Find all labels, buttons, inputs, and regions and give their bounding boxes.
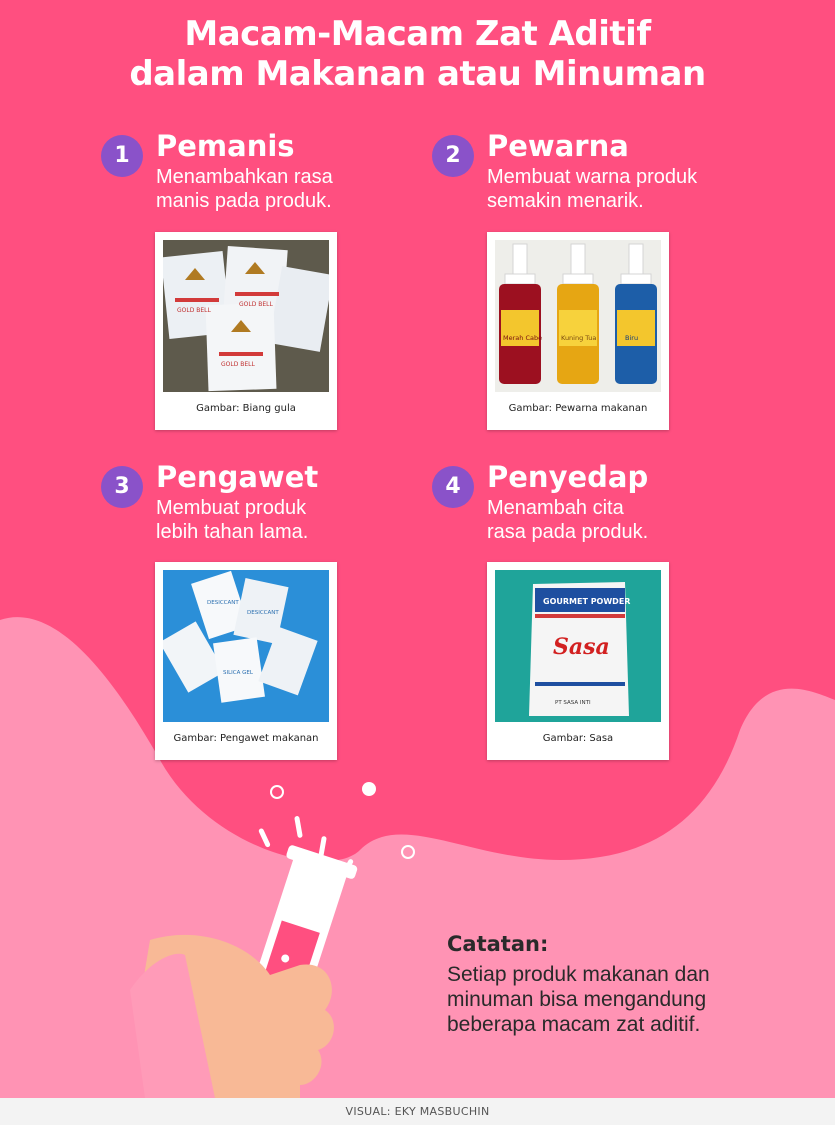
photo-label: GOLD BELL — [239, 301, 273, 308]
footer-credit: VISUAL: EKY MASBUCHIN — [0, 1098, 835, 1125]
description-line: manis pada produk. — [156, 190, 332, 212]
caption-sasa: Gambar: Sasa — [542, 733, 614, 744]
caption-biang-gula: Gambar: Biang gula — [196, 403, 296, 414]
photo-card-pengawet: DESICCANT DESICCANT SILICA GEL Gambar: P… — [155, 562, 337, 760]
note-line: beberapa macam zat aditif. — [447, 1013, 701, 1036]
pewarna-photo: Merah Cabe Kuning Tua Biru — [495, 240, 661, 392]
description-pemanis: Menambahkan rasa manis pada produk. — [156, 165, 406, 213]
sasa-photo: GOURMET POWDER Sasa PT SASA INTI — [495, 570, 661, 722]
photo-card-sasa: GOURMET POWDER Sasa PT SASA INTI Gambar:… — [487, 562, 669, 760]
photo-label: Biru — [625, 334, 638, 342]
photo-card-biang-gula: GOLD BELL GOLD BELL GOLD BELL Gambar: Bi… — [155, 232, 337, 430]
page-title-line-1: Macam-Macam Zat Aditif — [184, 14, 651, 54]
heading-penyedap: Penyedap — [487, 460, 649, 494]
photo-label: GOURMET POWDER — [543, 597, 630, 606]
note-heading: Catatan: — [447, 932, 549, 956]
number-badge-1: 1 — [101, 135, 143, 177]
photo-label: Merah Cabe — [503, 334, 542, 342]
number-badge-2: 2 — [432, 135, 474, 177]
photo-label: SILICA GEL — [223, 670, 254, 676]
description-pewarna: Membuat warna produk semakin menarik. — [487, 165, 737, 213]
page-title-line-2: dalam Makanan atau Minuman — [129, 54, 706, 94]
description-pengawet: Membuat produk lebih tahan lama. — [156, 496, 406, 544]
description-penyedap: Menambah cita rasa pada produk. — [487, 496, 737, 544]
description-line: semakin menarik. — [487, 190, 644, 212]
infographic-page: Macam-Macam Zat Aditif dalam Makanan ata… — [0, 0, 835, 1125]
description-line: Membuat produk — [156, 497, 307, 519]
photo-label: DESICCANT — [207, 600, 239, 606]
description-line: rasa pada produk. — [487, 521, 649, 543]
photo-label: Sasa — [553, 634, 610, 660]
number-badge-4: 4 — [432, 466, 474, 508]
photo-label: GOLD BELL — [221, 361, 255, 368]
photo-label: DESICCANT — [247, 610, 279, 616]
photo-card-pewarna: Merah Cabe Kuning Tua Biru Gambar: Pewar… — [487, 232, 669, 430]
photo-label: Kuning Tua — [561, 334, 596, 342]
description-line: Menambah cita — [487, 497, 624, 519]
number-badge-3: 3 — [101, 466, 143, 508]
description-line: Menambahkan rasa — [156, 166, 333, 188]
photo-label: GOLD BELL — [177, 307, 211, 314]
note-line: Setiap produk makanan dan — [447, 963, 710, 986]
pengawet-photo: DESICCANT DESICCANT SILICA GEL — [163, 570, 329, 722]
biang-gula-photo: GOLD BELL GOLD BELL GOLD BELL — [163, 240, 329, 392]
heading-pewarna: Pewarna — [487, 129, 629, 163]
note-body: Setiap produk makanan dan minuman bisa m… — [447, 962, 807, 1037]
photo-label: PT SASA INTI — [555, 700, 591, 706]
description-line: Membuat warna produk — [487, 166, 698, 188]
caption-pengawet: Gambar: Pengawet makanan — [173, 733, 319, 744]
note-line: minuman bisa mengandung — [447, 988, 707, 1011]
heading-pemanis: Pemanis — [156, 129, 295, 163]
heading-pengawet: Pengawet — [156, 460, 319, 494]
description-line: lebih tahan lama. — [156, 521, 309, 543]
caption-pewarna: Gambar: Pewarna makanan — [508, 403, 648, 414]
